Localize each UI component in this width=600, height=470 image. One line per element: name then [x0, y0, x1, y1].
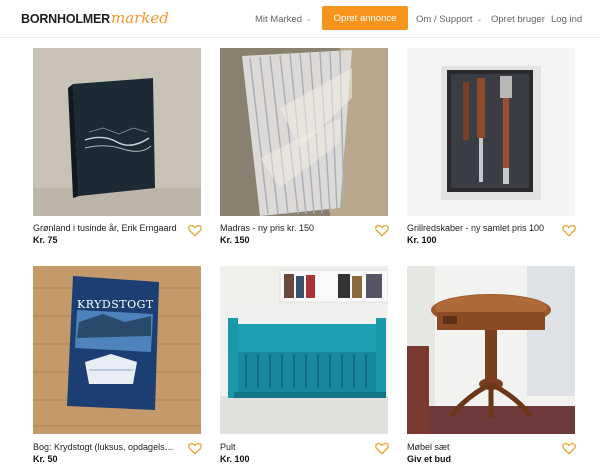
heart-outline-icon[interactable] [375, 224, 389, 237]
log-ind-link[interactable]: Log ind [551, 0, 582, 38]
listing-title[interactable]: Grønland i tusinde år, Erik Erngaard [33, 223, 178, 233]
listing-image[interactable] [407, 266, 575, 434]
heart-outline-icon[interactable] [562, 442, 576, 455]
heart-outline-icon[interactable] [562, 224, 576, 237]
heart-outline-icon[interactable] [188, 442, 202, 455]
mit-marked-label: Mit Marked [255, 13, 302, 25]
opret-annonce-button[interactable]: Opret annonce [322, 6, 408, 30]
chevron-down-icon: ⌄ [305, 16, 312, 23]
listing-title[interactable]: Pult [220, 442, 365, 452]
heart-outline-icon[interactable] [188, 224, 202, 237]
heart-outline-icon[interactable] [375, 442, 389, 455]
listing-price: Kr. 100 [407, 235, 437, 245]
top-header: BORNHOLMERmarked Mit Marked ⌄ Opret annon… [0, 0, 600, 38]
support-menu[interactable]: Om / Support ⌄ [416, 0, 482, 38]
opret-bruger-link[interactable]: Opret bruger [491, 0, 545, 38]
listing-image[interactable] [220, 266, 388, 434]
listing-price: Kr. 50 [33, 454, 58, 464]
listing-image[interactable] [220, 48, 388, 216]
listing-price: Kr. 100 [220, 454, 250, 464]
listing-price: Kr. 150 [220, 235, 250, 245]
chevron-down-icon: ⌄ [476, 16, 483, 23]
listing-title[interactable]: Grillredskaber - ny samlet pris 100 [407, 223, 552, 233]
listing-title[interactable]: Møbel sæt [407, 442, 552, 452]
site-logo[interactable]: BORNHOLMERmarked [21, 9, 169, 27]
listing-image[interactable]: KRYDSTOGT [33, 266, 201, 434]
support-label: Om / Support [416, 13, 473, 25]
listing-image[interactable] [33, 48, 201, 216]
logo-bold-text: BORNHOLMER [21, 12, 110, 26]
listing-image[interactable] [407, 48, 575, 216]
mit-marked-menu[interactable]: Mit Marked ⌄ [255, 0, 312, 38]
listing-title[interactable]: Bog: Krydstogt (luksus, opdagelsesrejs..… [33, 442, 178, 452]
listing-price: Giv et bud [407, 454, 452, 464]
listing-title[interactable]: Madras - ny pris kr. 150 [220, 223, 365, 233]
listing-price: Kr. 75 [33, 235, 58, 245]
logo-script-text: marked [110, 9, 169, 27]
book-cover-title: KRYDSTOGT [77, 298, 154, 311]
